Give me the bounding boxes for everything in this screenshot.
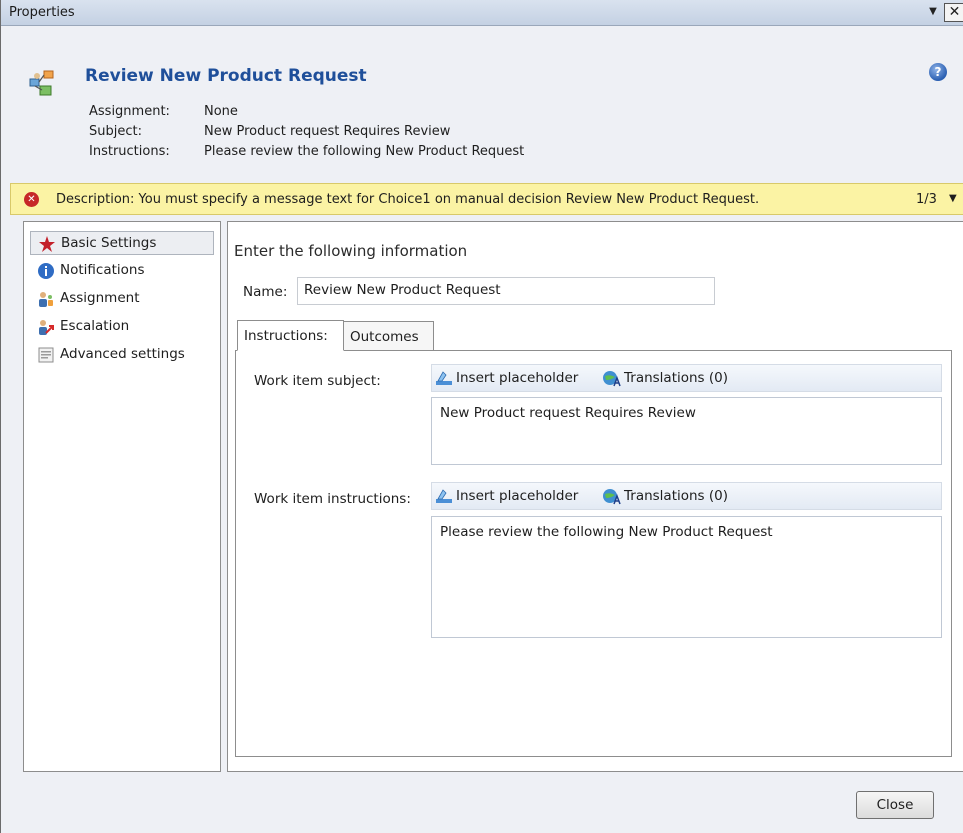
subject-toolbar: Insert placeholder Translations (0) [431, 364, 942, 392]
instructions-label: Instructions: [89, 144, 170, 159]
nav-item-assignment[interactable]: Assignment [30, 287, 214, 311]
work-item-instructions-input[interactable]: Please review the following New Product … [431, 516, 942, 638]
instructions-toolbar: Insert placeholder Translations (0) [431, 482, 942, 510]
tab-instructions[interactable]: Instructions: [237, 320, 344, 351]
work-item-subject-label: Work item subject: [254, 373, 381, 389]
validation-warning-bar[interactable]: ✕ Description: You must specify a messag… [10, 183, 963, 215]
work-item-subject-input[interactable]: New Product request Requires Review [431, 397, 942, 465]
insert-placeholder-icon [436, 371, 452, 385]
star-icon [39, 236, 55, 252]
title-bar: Properties ▼ ✕ [1, 0, 963, 26]
nav-item-label: Notifications [60, 262, 145, 278]
info-icon [38, 263, 54, 279]
help-icon[interactable]: ? [929, 63, 947, 81]
name-field[interactable]: Review New Product Request [297, 277, 715, 305]
subject-insert-placeholder-button[interactable]: Insert placeholder [434, 369, 578, 389]
subject-translations-button[interactable]: Translations (0) [602, 369, 728, 389]
translations-label: Translations (0) [624, 488, 729, 504]
insert-placeholder-label: Insert placeholder [456, 370, 579, 386]
assignment-value: None [204, 104, 238, 119]
nav-item-label: Escalation [60, 318, 130, 334]
subject-value: New Product request Requires Review [204, 124, 451, 139]
translations-label: Translations (0) [624, 370, 729, 386]
warning-message: Description: You must specify a message … [56, 192, 760, 207]
users-icon [39, 292, 53, 307]
nav-item-label: Assignment [60, 290, 140, 306]
globe-translate-icon [603, 371, 621, 387]
nav-item-notifications[interactable]: Notifications [30, 259, 214, 283]
instructions-insert-placeholder-button[interactable]: Insert placeholder [434, 487, 578, 507]
settings-nav: Basic Settings Notifications Assignment [23, 221, 221, 772]
workflow-activity-icon [29, 70, 54, 96]
window-title: Properties [9, 5, 75, 20]
insert-placeholder-icon [436, 489, 452, 503]
work-item-instructions-label: Work item instructions: [254, 491, 411, 507]
name-label: Name: [243, 284, 288, 300]
section-heading: Enter the following information [234, 242, 468, 260]
close-button[interactable]: Close [856, 791, 934, 819]
assignment-label: Assignment: [89, 104, 170, 119]
subject-label: Subject: [89, 124, 142, 139]
escalation-icon [39, 320, 54, 335]
nav-item-label: Basic Settings [61, 235, 157, 251]
page-title: Review New Product Request [85, 66, 367, 86]
nav-item-label: Advanced settings [60, 346, 185, 362]
warning-next-dropdown-icon[interactable]: ▼ [949, 193, 957, 204]
properties-window: Properties ▼ ✕ Review New Product Reques… [0, 0, 963, 833]
window-menu-dropdown-icon[interactable]: ▼ [926, 3, 940, 21]
window-close-button[interactable]: ✕ [944, 3, 963, 22]
warning-counter: 1/3 [916, 192, 937, 207]
nav-item-basic-settings[interactable]: Basic Settings [30, 231, 214, 255]
globe-translate-icon [603, 489, 621, 505]
nav-item-advanced-settings[interactable]: Advanced settings [30, 343, 214, 367]
settings-page-icon [38, 347, 54, 363]
insert-placeholder-label: Insert placeholder [456, 488, 579, 504]
error-icon: ✕ [24, 192, 39, 207]
instructions-value: Please review the following New Product … [204, 144, 525, 159]
nav-item-escalation[interactable]: Escalation [30, 315, 214, 339]
tab-outcomes[interactable]: Outcomes [343, 321, 434, 351]
instructions-translations-button[interactable]: Translations (0) [602, 487, 728, 507]
